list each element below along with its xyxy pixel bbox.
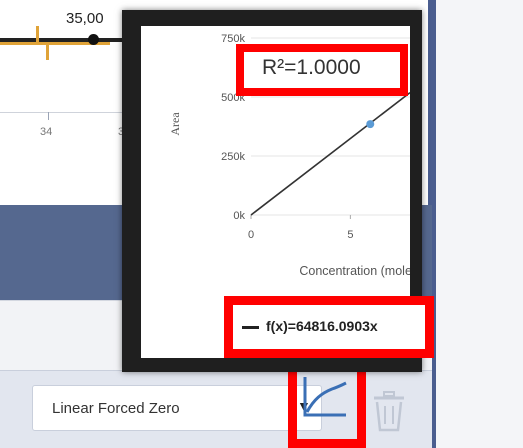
timeline-value-label: 35,00 [66,10,104,27]
curve-chart-icon[interactable] [296,365,354,427]
r-squared-label: R²=1.0000 [262,56,361,79]
x-axis-label: Concentration (mole %) [299,264,410,278]
x-tick-label: 0 [248,229,254,241]
y-tick-label: 250k [221,151,245,163]
fit-line [250,91,410,216]
equation-label: f(x)=64816.0903x [266,318,378,334]
y-axis-label: Area [168,112,182,136]
timeline-tick-label: 34 [40,126,53,138]
timeline-range-start[interactable] [36,26,39,42]
x-tick-label: 5 [347,229,353,241]
timeline-scale-line [0,112,140,113]
timeline-marker[interactable] [88,34,99,45]
timeline-tick [48,112,49,120]
data-point [366,120,375,129]
curve-type-value: Linear Forced Zero [52,400,180,417]
legend-line-swatch [242,326,259,329]
trash-icon[interactable] [370,390,408,434]
y-tick-label: 0k [233,210,245,222]
side-strip [436,0,523,448]
timeline-range-end[interactable] [46,42,49,60]
